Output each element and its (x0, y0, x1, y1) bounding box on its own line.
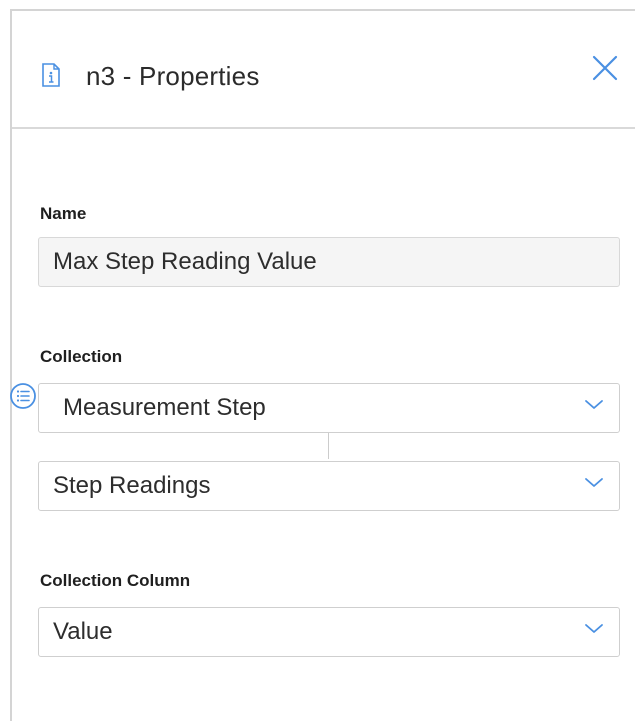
collection-column-dropdown[interactable]: Value (38, 607, 620, 657)
collection-dropdown-value: Measurement Step (63, 394, 266, 421)
panel-header: n3 - Properties (12, 11, 635, 129)
close-icon[interactable] (590, 53, 620, 83)
panel-title: n3 - Properties (86, 61, 260, 91)
chevron-down-icon[interactable] (583, 476, 605, 490)
properties-panel: n3 - Properties Name Max Step Reading Va… (10, 9, 635, 721)
chevron-down-icon[interactable] (583, 622, 605, 636)
chevron-down-icon[interactable] (583, 398, 605, 412)
name-label: Name (40, 204, 87, 223)
collection-connector-line (328, 433, 329, 459)
name-field[interactable]: Max Step Reading Value (38, 237, 620, 287)
collection-dropdown[interactable]: Measurement Step (38, 383, 620, 433)
name-value: Max Step Reading Value (53, 248, 317, 275)
sub-collection-dropdown-value: Step Readings (53, 472, 211, 499)
info-document-icon (42, 63, 60, 87)
sub-collection-dropdown[interactable]: Step Readings (38, 461, 620, 511)
list-icon[interactable] (9, 382, 37, 410)
collection-label: Collection (40, 347, 123, 366)
collection-column-label: Collection Column (40, 571, 191, 590)
collection-column-dropdown-value: Value (53, 618, 113, 645)
